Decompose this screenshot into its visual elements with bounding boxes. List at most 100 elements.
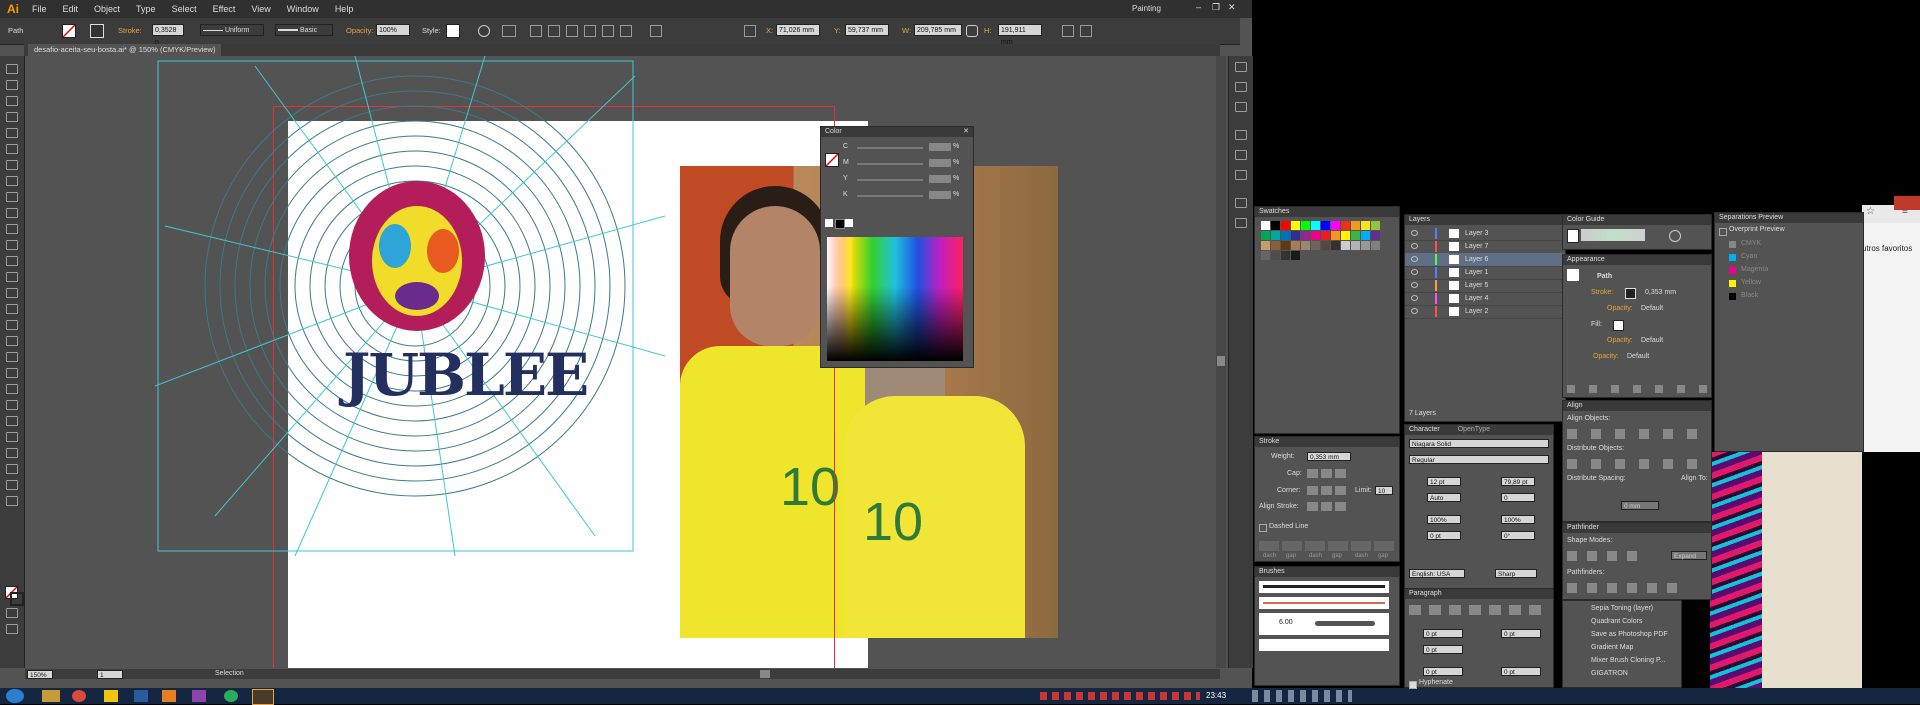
shape-builder-tool-icon[interactable] — [6, 320, 18, 330]
color-swatch[interactable] — [1351, 221, 1360, 230]
blob-brush-tool-icon[interactable] — [6, 224, 18, 234]
plate-name[interactable]: Magenta — [1741, 266, 1768, 273]
document-tab[interactable]: desafio-aceita-seu-bosta.ai* @ 150% (CMY… — [28, 44, 222, 56]
bookmarks-other[interactable]: utros favoritos — [1862, 244, 1912, 253]
system-tray-icons[interactable] — [1040, 692, 1200, 700]
recolor-artwork-icon[interactable] — [478, 25, 490, 37]
symbol-sprayer-tool-icon[interactable] — [6, 416, 18, 426]
brushes-header[interactable]: Brushes — [1255, 567, 1399, 577]
separations-header[interactable]: Separations Preview — [1715, 213, 1863, 223]
pen-tool-icon[interactable] — [6, 128, 18, 138]
eraser-tool-icon[interactable] — [6, 240, 18, 250]
leading-field[interactable]: 79,89 pt — [1501, 477, 1535, 486]
selection-tool-icon[interactable] — [6, 64, 18, 74]
kerning-field[interactable]: Auto — [1427, 493, 1461, 502]
color-swatch[interactable] — [1321, 231, 1330, 240]
color-guide-header[interactable]: Color Guide — [1563, 215, 1711, 225]
panel-dock-icon-8[interactable] — [1235, 218, 1247, 228]
action-item[interactable]: Gradient Map — [1591, 644, 1633, 651]
color-swatch[interactable] — [1321, 221, 1330, 230]
font-style-field[interactable]: Regular — [1409, 455, 1549, 464]
panel-dock-icon-3[interactable] — [1235, 102, 1247, 112]
color-swatch[interactable] — [1311, 221, 1320, 230]
appearance-stroke-label[interactable]: Stroke: — [1591, 289, 1613, 296]
color-swatch[interactable] — [1341, 231, 1350, 240]
opentype-tab[interactable]: OpenType — [1458, 426, 1490, 433]
dashed-line-checkbox[interactable] — [1259, 524, 1267, 532]
pathfinder-header[interactable]: Pathfinder — [1563, 523, 1711, 533]
color-swatch[interactable] — [1261, 251, 1270, 260]
opacity-field[interactable]: 100% — [376, 24, 410, 36]
color-swatch[interactable] — [1271, 241, 1280, 250]
color-swatch[interactable] — [1271, 231, 1280, 240]
vertical-scrollbar[interactable] — [1216, 56, 1226, 668]
layer-name[interactable]: Layer 2 — [1465, 305, 1488, 318]
vlc-icon[interactable] — [162, 690, 176, 702]
appearance-stroke-opacity-label[interactable]: Opacity: — [1607, 305, 1633, 312]
white-swatch[interactable] — [845, 219, 853, 227]
menu-effect[interactable]: Effect — [205, 0, 244, 18]
w-field[interactable]: 209,785 mm — [914, 24, 962, 36]
layer-row[interactable]: Layer 1 — [1405, 266, 1565, 280]
align-header[interactable]: Align — [1563, 401, 1711, 411]
action-item[interactable]: Save as Photoshop PDF — [1591, 631, 1668, 638]
edit-colors-icon[interactable] — [1669, 230, 1681, 242]
brush-preview-1[interactable] — [1259, 581, 1389, 593]
ellipse-tool-icon[interactable] — [6, 176, 18, 186]
spacing-field[interactable]: 0 mm — [1621, 501, 1659, 510]
align-bottom-icon[interactable] — [620, 25, 632, 37]
character-header[interactable]: Character OpenType — [1405, 425, 1553, 435]
weight-field[interactable]: 0,353 mm — [1307, 452, 1351, 461]
align-right-icon[interactable] — [566, 25, 578, 37]
action-item[interactable]: Mixer Brush Cloning P... — [1591, 657, 1666, 664]
tray-icons-extension[interactable] — [1252, 690, 1352, 702]
close-icon[interactable]: ✕ — [1228, 2, 1240, 14]
color-swatch[interactable] — [1371, 231, 1380, 240]
plate-name[interactable]: Cyan — [1741, 253, 1757, 260]
color-swatch[interactable] — [1271, 221, 1280, 230]
layer-name[interactable]: Layer 4 — [1465, 292, 1488, 305]
info-icon[interactable] — [1235, 82, 1247, 92]
app-icon-6[interactable] — [192, 690, 206, 702]
menu-window[interactable]: Window — [279, 0, 327, 18]
drawing-mode-icon[interactable] — [6, 608, 18, 618]
appearance-opacity-label[interactable]: Opacity: — [1593, 353, 1619, 360]
horizontal-scroll-thumb[interactable] — [760, 670, 770, 678]
browser-close-icon[interactable] — [1894, 196, 1920, 210]
color-swatch[interactable] — [1281, 251, 1290, 260]
swatches-header[interactable]: Swatches — [1255, 207, 1399, 217]
vertical-scale-field[interactable]: 100% — [1427, 515, 1461, 524]
color-swatch[interactable] — [1281, 221, 1290, 230]
menu-file[interactable]: File — [24, 0, 55, 18]
eye-icon[interactable] — [1411, 282, 1418, 288]
layer-row[interactable]: Layer 7 — [1405, 240, 1565, 254]
eyedropper-tool-icon[interactable] — [6, 384, 18, 394]
color-swatch[interactable] — [1301, 241, 1310, 250]
appearance-footer-buttons[interactable] — [1567, 385, 1707, 393]
align-middle-icon[interactable] — [602, 25, 614, 37]
action-item[interactable]: Sepia Toning (layer) — [1591, 605, 1653, 612]
menu-select[interactable]: Select — [164, 0, 205, 18]
gradient-tool-icon[interactable] — [6, 368, 18, 378]
appearance-fill-label[interactable]: Fill: — [1591, 321, 1602, 328]
layer-name[interactable]: Layer 5 — [1465, 279, 1488, 292]
transform-icon[interactable] — [650, 25, 662, 37]
layer-row[interactable]: Layer 6 — [1405, 253, 1565, 267]
expand-button[interactable]: Expand — [1671, 551, 1707, 560]
panel-menu-icon[interactable] — [1080, 25, 1092, 37]
corner-buttons[interactable] — [1307, 486, 1347, 495]
eye-icon[interactable] — [1411, 308, 1418, 314]
opacity-label[interactable]: Opacity: — [346, 26, 374, 35]
chrome-icon[interactable] — [72, 690, 86, 702]
base-color-swatch[interactable] — [1567, 229, 1579, 243]
zoom-tool-icon[interactable] — [6, 496, 18, 506]
layer-name[interactable]: Layer 3 — [1465, 227, 1488, 240]
antialias-field[interactable]: Sharp — [1495, 569, 1537, 578]
plate-name[interactable]: CMYK — [1741, 240, 1761, 247]
panel-dock-icon-6[interactable] — [1235, 170, 1247, 180]
menu-edit[interactable]: Edit — [55, 0, 87, 18]
left-indent-field[interactable]: 0 pt — [1423, 629, 1463, 638]
fill-swatch[interactable] — [62, 24, 76, 38]
eye-icon[interactable] — [1411, 230, 1418, 236]
eye-icon[interactable] — [1411, 256, 1418, 262]
